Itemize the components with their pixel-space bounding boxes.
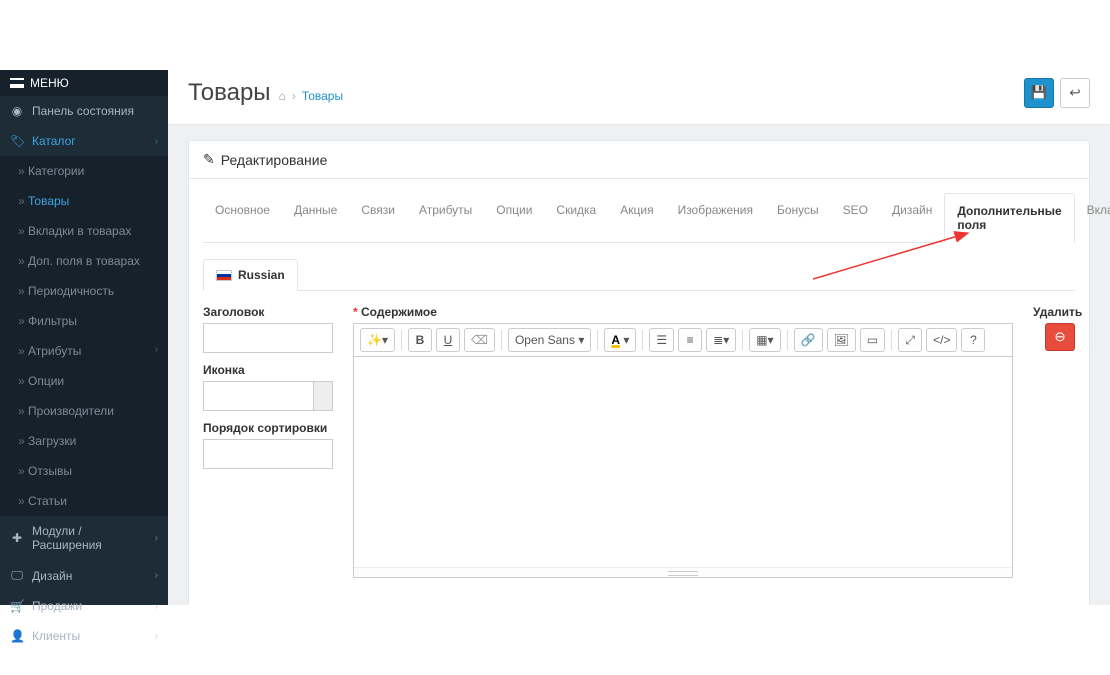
save-icon: 💾 <box>1031 85 1048 101</box>
sidebar-sub-reviews[interactable]: Отзывы <box>0 456 168 486</box>
editor-fullscreen-button[interactable]: ⤢ <box>898 328 922 352</box>
sidebar-item-design[interactable]: 🖵Дизайн › <box>0 560 168 591</box>
sidebar-sub-recurring[interactable]: Периодичность <box>0 276 168 306</box>
editor-bold-button[interactable]: B <box>408 328 432 352</box>
page-title: Товары <box>188 79 271 107</box>
sidebar-sub-tabs-in-products[interactable]: Вкладки в товарах <box>0 216 168 246</box>
page-header: Товары ⌂ › Товары 💾 ↩ <box>168 70 1110 125</box>
sidebar-sub-attributes[interactable]: Атрибуты› <box>0 336 168 366</box>
tab-special[interactable]: Акция <box>608 193 665 227</box>
delete-field-button[interactable]: ⊖ <box>1045 323 1075 351</box>
editor-underline-button[interactable]: U <box>436 328 460 352</box>
editor-ol-button[interactable]: ≡ <box>678 328 702 352</box>
editor-font-color-button[interactable]: A ▾ <box>604 328 636 352</box>
reply-icon: ↩ <box>1069 85 1080 101</box>
tab-seo[interactable]: SEO <box>831 193 880 227</box>
sidebar-item-sales[interactable]: 🛒Продажи › <box>0 591 168 621</box>
chevron-right-icon: › <box>155 136 158 147</box>
user-icon: 👤 <box>10 629 24 643</box>
minus-circle-icon: ⊖ <box>1054 329 1065 345</box>
editor-magic-button[interactable]: ✨▾ <box>360 328 395 352</box>
sidebar-sub-categories[interactable]: Категории <box>0 156 168 186</box>
sidebar-sub-articles[interactable]: Статьи <box>0 486 168 516</box>
flag-ru-icon <box>216 270 232 281</box>
dashboard-icon: ◉ <box>10 104 24 118</box>
label-heading: Заголовок <box>203 305 333 319</box>
tab-tabs[interactable]: Вкладки <box>1075 193 1110 227</box>
editor-picture-button[interactable]: 🖼 <box>827 328 856 352</box>
editor-video-button[interactable]: ▭ <box>860 328 885 352</box>
sidebar-sub-filters[interactable]: Фильтры <box>0 306 168 336</box>
input-heading[interactable] <box>203 323 333 353</box>
main-content: Товары ⌂ › Товары 💾 ↩ <box>168 70 1110 605</box>
lang-tab-russian[interactable]: Russian <box>203 259 298 291</box>
cart-icon: 🛒 <box>10 599 24 613</box>
breadcrumb-link[interactable]: Товары <box>302 89 343 103</box>
save-button[interactable]: 💾 <box>1024 78 1054 108</box>
editor-font-family-button[interactable]: Open Sans ▾ <box>508 328 591 352</box>
tab-general[interactable]: Основное <box>203 193 282 227</box>
sidebar-sub-options[interactable]: Опции <box>0 366 168 396</box>
chevron-right-icon: › <box>155 533 158 544</box>
sidebar-item-customers[interactable]: 👤Клиенты › <box>0 621 168 651</box>
breadcrumb: ⌂ › Товары <box>279 89 344 103</box>
input-icon[interactable] <box>203 381 314 411</box>
panel-heading: ✎ Редактирование <box>189 141 1089 179</box>
sidebar-sub-downloads[interactable]: Загрузки <box>0 426 168 456</box>
tab-links[interactable]: Связи <box>349 193 407 227</box>
menu-label: МЕНЮ <box>30 76 69 90</box>
hamburger-icon <box>10 78 24 88</box>
label-content: Содержимое <box>353 305 1013 319</box>
label-icon: Иконка <box>203 363 333 377</box>
editor-clear-button[interactable]: ⌫ <box>464 328 495 352</box>
tab-discount[interactable]: Скидка <box>544 193 608 227</box>
icon-picker-button[interactable] <box>314 381 333 411</box>
annotation-arrow <box>813 231 983 281</box>
puzzle-icon: ✚ <box>10 531 24 545</box>
home-icon[interactable]: ⌂ <box>279 89 286 103</box>
tab-image[interactable]: Изображения <box>666 193 765 227</box>
sidebar-sub-extra-fields[interactable]: Доп. поля в товарах <box>0 246 168 276</box>
tab-data[interactable]: Данные <box>282 193 349 227</box>
sidebar-item-modules[interactable]: ✚Модули / Расширения › <box>0 516 168 560</box>
label-delete: Удалить <box>1033 305 1075 319</box>
label-sort: Порядок сортировки <box>203 421 333 435</box>
wysiwyg-editor: ✨▾ B U ⌫ Open Sans ▾ A ▾ ☰ <box>353 323 1013 578</box>
editor-link-button[interactable]: 🔗 <box>794 328 823 352</box>
chevron-right-icon: › <box>155 570 158 581</box>
chevron-right-icon: › <box>155 344 158 355</box>
sidebar-sub-manufacturers[interactable]: Производители <box>0 396 168 426</box>
tag-icon: 🏷 <box>10 134 24 148</box>
pencil-icon: ✎ <box>203 151 215 168</box>
editor-code-button[interactable]: </> <box>926 328 957 352</box>
back-button[interactable]: ↩ <box>1060 78 1090 108</box>
editor-table-button[interactable]: ▦▾ <box>749 328 780 352</box>
panel-edit: ✎ Редактирование Основное Данные Связи А… <box>188 140 1090 605</box>
editor-align-button[interactable]: ≣▾ <box>706 328 736 352</box>
editor-resize-handle[interactable] <box>354 567 1012 577</box>
sidebar-item-dashboard[interactable]: ◉Панель состояния <box>0 96 168 126</box>
chevron-right-icon: › <box>155 631 158 642</box>
tab-design[interactable]: Дизайн <box>880 193 944 227</box>
menu-header[interactable]: МЕНЮ <box>0 70 168 96</box>
editor-ul-button[interactable]: ☰ <box>649 328 674 352</box>
input-sort-order[interactable] <box>203 439 333 469</box>
editor-content-area[interactable] <box>354 357 1012 567</box>
tab-option[interactable]: Опции <box>484 193 544 227</box>
editor-help-button[interactable]: ? <box>961 328 985 352</box>
editor-toolbar: ✨▾ B U ⌫ Open Sans ▾ A ▾ ☰ <box>354 324 1012 357</box>
sidebar-item-catalog[interactable]: 🏷Каталог › <box>0 126 168 156</box>
tab-reward[interactable]: Бонусы <box>765 193 831 227</box>
tab-attribute[interactable]: Атрибуты <box>407 193 484 227</box>
sidebar-sub-products[interactable]: Товары <box>0 186 168 216</box>
chevron-right-icon: › <box>155 601 158 612</box>
sidebar: МЕНЮ ◉Панель состояния 🏷Каталог › Катего… <box>0 70 168 605</box>
tv-icon: 🖵 <box>10 568 24 583</box>
